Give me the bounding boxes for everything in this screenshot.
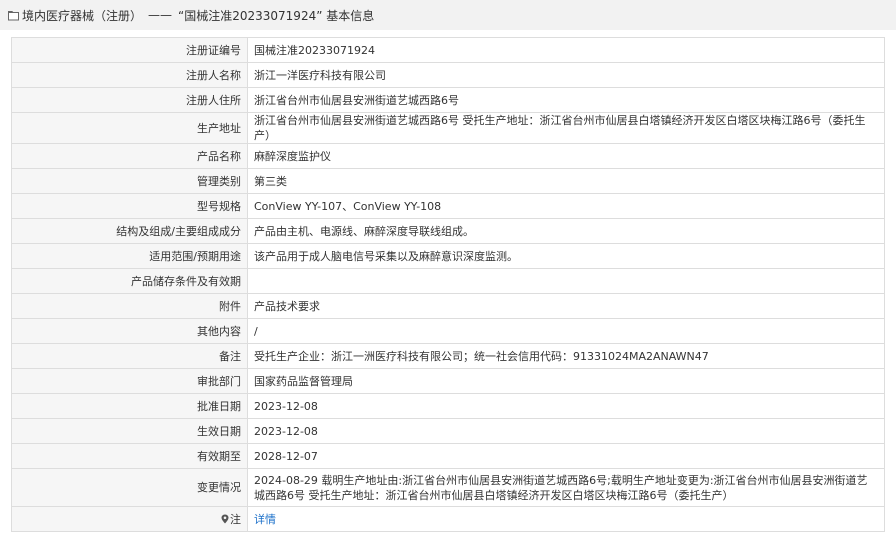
row-value: 2028-12-07 — [247, 443, 885, 469]
table-row: 审批部门 国家药品监督管理局 — [11, 368, 885, 394]
row-label: 注册人住所 — [11, 87, 248, 113]
row-label: 审批部门 — [11, 368, 248, 394]
row-label: 适用范围/预期用途 — [11, 243, 248, 269]
row-value: 2023-12-08 — [247, 418, 885, 444]
row-label: 生效日期 — [11, 418, 248, 444]
details-link[interactable]: 详情 — [254, 513, 276, 526]
row-value: 第三类 — [247, 168, 885, 194]
row-value: 该产品用于成人脑电信号采集以及麻醉意识深度监测。 — [247, 243, 885, 269]
row-label: 备注 — [11, 343, 248, 369]
row-label: 附件 — [11, 293, 248, 319]
row-value: 受托生产企业：浙江一洲医疗科技有限公司；统一社会信用代码：91331024MA2… — [247, 343, 885, 369]
row-label: 注册人名称 — [11, 62, 248, 88]
table-row: 其他内容 / — [11, 318, 885, 344]
page-header: 境内医疗器械（注册） —— “国械注准20233071924” 基本信息 — [0, 0, 896, 30]
folder-icon — [8, 10, 19, 20]
map-pin-icon — [221, 514, 229, 523]
row-label: 生产地址 — [11, 112, 248, 144]
header-category: 境内医疗器械（注册） — [22, 8, 143, 23]
row-label: 产品储存条件及有效期 — [11, 268, 248, 294]
header-separator: —— — [148, 8, 173, 22]
table-row: 有效期至 2028-12-07 — [11, 443, 885, 469]
table-row: 适用范围/预期用途 该产品用于成人脑电信号采集以及麻醉意识深度监测。 — [11, 243, 885, 269]
table-row: 结构及组成/主要组成成分 产品由主机、电源线、麻醉深度导联线组成。 — [11, 218, 885, 244]
row-value: ConView YY-107、ConView YY-108 — [247, 193, 885, 219]
table-row: 附件 产品技术要求 — [11, 293, 885, 319]
table-row: 变更情况 2024-08-29 载明生产地址由:浙江省台州市仙居县安洲街道艺城西路… — [11, 468, 885, 507]
row-label: 注册证编号 — [11, 37, 248, 63]
note-label: 注 — [230, 512, 241, 526]
row-value: 国械注准20233071924 — [247, 37, 885, 63]
row-value: 2024-08-29 载明生产地址由:浙江省台州市仙居县安洲街道艺城西路6号;载… — [247, 468, 885, 507]
row-label: 有效期至 — [11, 443, 248, 469]
row-label: 变更情况 — [11, 468, 248, 507]
table-row: 型号规格 ConView YY-107、ConView YY-108 — [11, 193, 885, 219]
info-table: 注册证编号 国械注准20233071924 注册人名称 浙江一洋医疗科技有限公司 注… — [11, 37, 885, 532]
row-value — [247, 268, 885, 294]
header-title: “国械注准20233071924” 基本信息 — [178, 8, 375, 23]
table-row: 注册人住所 浙江省台州市仙居县安洲街道艺城西路6号 — [11, 87, 885, 113]
row-value: 浙江一洋医疗科技有限公司 — [247, 62, 885, 88]
table-row: 注册证编号 国械注准20233071924 — [11, 37, 885, 63]
table-row: 注册人名称 浙江一洋医疗科技有限公司 — [11, 62, 885, 88]
table-row: 注 详情 — [11, 506, 885, 532]
row-label: 批准日期 — [11, 393, 248, 419]
row-label: 管理类别 — [11, 168, 248, 194]
info-table-wrapper: 注册证编号 国械注准20233071924 注册人名称 浙江一洋医疗科技有限公司 注… — [11, 37, 885, 532]
row-value: 国家药品监督管理局 — [247, 368, 885, 394]
note-label-cell: 注 — [11, 506, 248, 532]
row-label: 型号规格 — [11, 193, 248, 219]
row-value: / — [247, 318, 885, 344]
row-label: 产品名称 — [11, 143, 248, 169]
table-row: 管理类别 第三类 — [11, 168, 885, 194]
row-value: 产品技术要求 — [247, 293, 885, 319]
row-label: 结构及组成/主要组成成分 — [11, 218, 248, 244]
table-row: 生产地址 浙江省台州市仙居县安洲街道艺城西路6号 受托生产地址：浙江省台州市仙居县… — [11, 112, 885, 144]
table-row: 备注 受托生产企业：浙江一洲医疗科技有限公司；统一社会信用代码：91331024M… — [11, 343, 885, 369]
row-value: 浙江省台州市仙居县安洲街道艺城西路6号 — [247, 87, 885, 113]
row-label: 其他内容 — [11, 318, 248, 344]
row-value: 浙江省台州市仙居县安洲街道艺城西路6号 受托生产地址：浙江省台州市仙居县白塔镇经… — [247, 112, 885, 144]
row-value: 2023-12-08 — [247, 393, 885, 419]
row-value: 产品由主机、电源线、麻醉深度导联线组成。 — [247, 218, 885, 244]
row-value: 麻醉深度监护仪 — [247, 143, 885, 169]
table-row: 批准日期 2023-12-08 — [11, 393, 885, 419]
table-row: 产品储存条件及有效期 — [11, 268, 885, 294]
table-row: 产品名称 麻醉深度监护仪 — [11, 143, 885, 169]
note-value-cell: 详情 — [247, 506, 885, 532]
table-row: 生效日期 2023-12-08 — [11, 418, 885, 444]
